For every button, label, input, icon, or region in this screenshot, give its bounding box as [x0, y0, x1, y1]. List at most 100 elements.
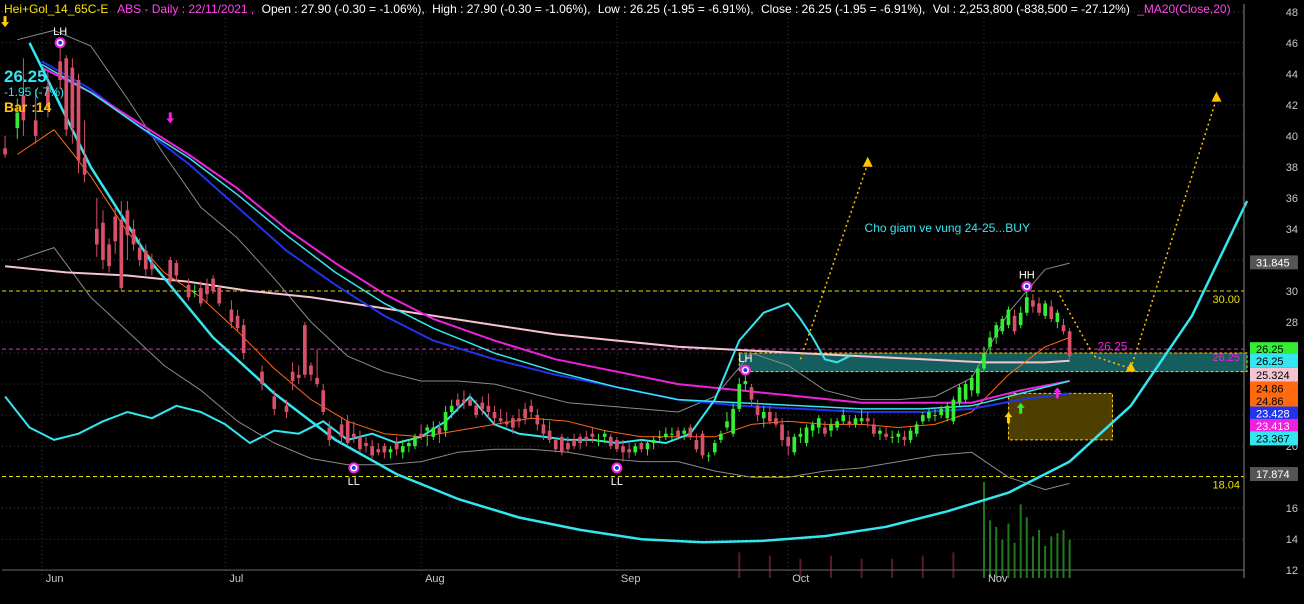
candle-body	[443, 412, 448, 431]
candle-body	[743, 380, 748, 385]
candle-body	[633, 446, 638, 453]
candle-body	[425, 427, 430, 431]
candle-body	[107, 244, 111, 267]
candle-body	[859, 418, 864, 422]
candle-body	[241, 325, 246, 354]
candle-body	[566, 443, 570, 450]
x-tick-label: Sep	[621, 573, 641, 585]
header-ma-label: _MA20(Close,20)	[1136, 2, 1230, 16]
pivot-dot	[743, 368, 748, 373]
y-tick-label: 16	[1286, 503, 1298, 515]
candle-body	[150, 263, 154, 270]
candle-body	[143, 250, 148, 270]
candle-body	[376, 449, 381, 453]
candle-body	[884, 433, 888, 437]
candle-body	[798, 433, 803, 437]
candle-body	[559, 436, 564, 453]
candle-body	[70, 67, 75, 129]
candle-body	[455, 399, 460, 406]
candle-body	[774, 418, 778, 425]
candle-body	[504, 421, 509, 425]
candle-body	[229, 309, 234, 323]
price-tag-text: 24.86	[1256, 384, 1284, 396]
x-tick-label: Jun	[46, 573, 64, 585]
candle-body	[468, 399, 472, 406]
candle-body	[211, 278, 215, 291]
price-tag-text: 24.86	[1256, 396, 1284, 408]
candle-body	[76, 80, 81, 161]
y-tick-label: 36	[1286, 193, 1298, 205]
info-change: -1.95 (-7%)	[4, 85, 64, 99]
candle-body	[205, 284, 209, 295]
candle-body	[492, 412, 497, 419]
candle-body	[749, 387, 754, 400]
candle-body	[351, 433, 356, 437]
info-bar: Bar :14	[4, 99, 52, 115]
chart-background	[0, 0, 1304, 599]
candle-body	[64, 58, 69, 130]
candle-body	[902, 436, 907, 440]
candle-body	[3, 148, 7, 155]
candle-body	[908, 430, 913, 440]
candle-body	[982, 353, 986, 369]
x-tick-label: Aug	[425, 573, 445, 585]
candle-body	[82, 157, 87, 175]
candle-body	[272, 396, 277, 409]
y-tick-label: 14	[1286, 534, 1298, 546]
candle-body	[462, 399, 466, 403]
candle-body	[1055, 312, 1060, 323]
candle-body	[345, 421, 350, 444]
price-chart: 30.00 18.04 26.25 LH LL LL LH HH Cho giam ve vu…	[0, 0, 1304, 599]
pivot-label: LL	[348, 476, 360, 488]
y-tick-label: 48	[1286, 7, 1298, 19]
candle-body	[400, 446, 405, 453]
header-source: ABS - Daily : 22/11/2021 ,	[117, 2, 254, 16]
candle-body	[101, 222, 105, 260]
y-tick-label: 46	[1286, 38, 1298, 50]
candle-body	[1012, 315, 1017, 332]
x-tick-label: Oct	[792, 573, 809, 585]
level-label: 26.25	[1212, 352, 1240, 364]
candle-body	[437, 427, 442, 434]
candle-body	[786, 436, 791, 447]
candle-body	[529, 405, 534, 413]
y-tick-label: 12	[1286, 565, 1298, 577]
candle-body	[590, 433, 595, 437]
price-tag-text: 31.845	[1256, 257, 1290, 269]
y-tick-label: 28	[1286, 317, 1298, 329]
candle-body	[480, 402, 485, 409]
candle-body	[706, 455, 711, 457]
candle-body	[847, 421, 852, 425]
candle-body	[627, 449, 631, 453]
header-close: Close : 26.25 (-1.95 = -6.91%),	[761, 2, 925, 16]
y-tick-label: 38	[1286, 162, 1298, 174]
candle-body	[719, 433, 723, 440]
candle-body	[535, 415, 540, 425]
pivot-label: LL	[611, 476, 623, 488]
candle-body	[321, 390, 326, 413]
candle-body	[370, 446, 374, 456]
candle-body	[431, 427, 436, 437]
level-label: 30.00	[1212, 294, 1240, 306]
chart-canvas[interactable]: 30.00 18.04 26.25 LH LL LL LH HH Cho giam ve vu…	[0, 0, 1304, 599]
candle-body	[284, 405, 289, 413]
candle-body	[865, 418, 870, 422]
candle-body	[878, 430, 882, 434]
candle-body	[131, 228, 136, 245]
annotation-text: 26.25	[1097, 340, 1127, 354]
candle-body	[523, 408, 527, 419]
candle-body	[394, 443, 399, 450]
candle-body	[994, 325, 999, 338]
candle-body	[1024, 297, 1029, 313]
candle-body	[1000, 318, 1005, 332]
level-label: 18.04	[1212, 480, 1240, 492]
candle-body	[1018, 312, 1023, 326]
candle-body	[615, 439, 619, 450]
annotation-text: Cho giam ve vung 24-25...BUY	[865, 221, 1030, 235]
zone-box	[1007, 392, 1113, 441]
candle-body	[260, 371, 264, 385]
header-low: Low : 26.25 (-1.95 = -6.91%),	[598, 2, 754, 16]
candle-body	[920, 415, 925, 422]
candle-body	[419, 433, 423, 437]
candle-body	[339, 424, 344, 437]
